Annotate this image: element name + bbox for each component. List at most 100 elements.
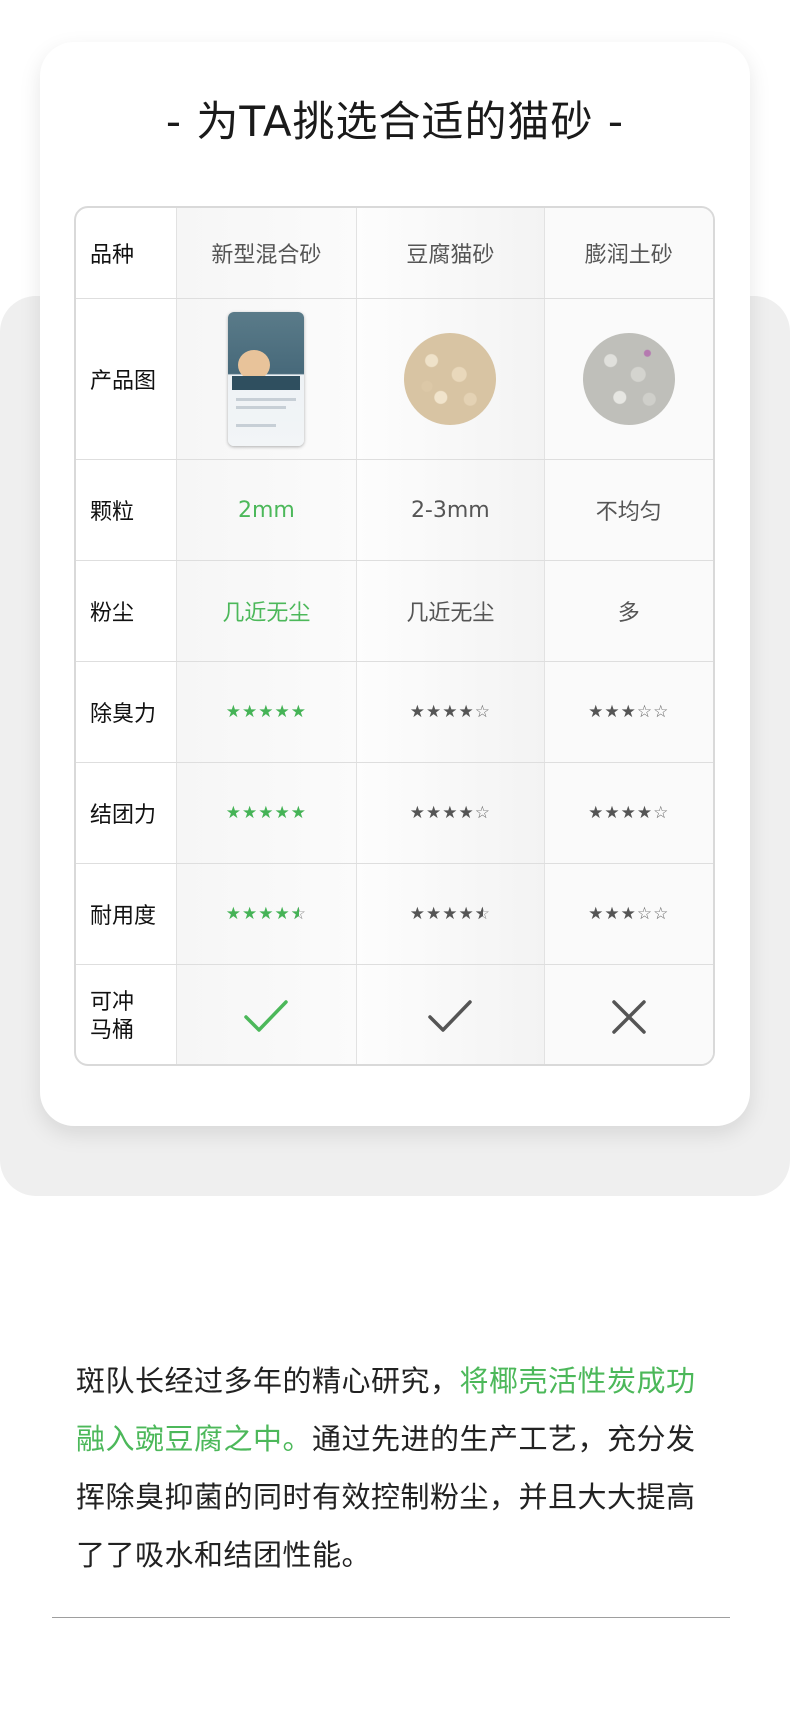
star-filled-icon: ★ (242, 702, 259, 722)
star-filled-icon: ★ (588, 702, 605, 722)
star-filled-icon: ★ (290, 702, 308, 722)
row-label-clump: 结团力 (76, 763, 177, 863)
dust-tofu: 几近无尘 (357, 561, 545, 661)
granule-mixed: 2mm (176, 460, 358, 560)
star-rating: ★★★★☆ (410, 803, 491, 823)
star-filled-icon: ★ (242, 904, 259, 924)
cross-icon (612, 999, 646, 1034)
row-label-flush: 可冲 马桶 (76, 965, 177, 1064)
row-label-flush-line2: 马桶 (90, 1017, 135, 1043)
bentonite-litter-image (582, 333, 675, 425)
description-paragraph: 斑队长经过多年的精心研究，将椰壳活性炭成功融入豌豆腐之中。通过先进的生产工艺，充… (76, 1352, 716, 1584)
row-label-flush-line1: 可冲 (90, 989, 135, 1015)
tofu-litter-image (404, 333, 497, 425)
row-label-deodor: 除臭力 (76, 662, 177, 762)
package-band (232, 376, 301, 390)
star-filled-icon: ★ (242, 803, 259, 823)
star-filled-icon: ★ (588, 803, 605, 823)
dust-bentonite: 多 (544, 561, 713, 661)
star-filled-icon: ★ (620, 904, 637, 924)
rating-clump-mixed: ★★★★★ (176, 763, 358, 863)
rating-deodor-tofu: ★★★★☆ (357, 662, 545, 762)
granule-tofu: 2-3mm (357, 460, 545, 560)
star-rating: ★★★★★ (226, 803, 307, 823)
divider (52, 1617, 730, 1618)
table-row-image: 产品图 (76, 299, 713, 460)
col-mixed: 新型混合砂 (176, 208, 358, 298)
star-empty-icon: ☆ (653, 702, 670, 722)
table-row-granule: 颗粒 2mm 2-3mm 不均匀 (76, 460, 713, 561)
star-empty-icon: ☆ (474, 702, 491, 722)
table-row-dust: 粉尘 几近无尘 几近无尘 多 (76, 561, 713, 662)
row-label-granule: 颗粒 (76, 460, 177, 560)
star-rating: ★★★★☆ (588, 803, 669, 823)
star-filled-icon: ★ (225, 803, 243, 823)
dust-mixed: 几近无尘 (176, 561, 358, 661)
star-filled-icon: ★ (225, 904, 243, 924)
header-label: 品种 (76, 208, 177, 298)
star-rating: ★★★★★ (226, 702, 307, 722)
table-row-deodor: 除臭力 ★★★★★ ★★★★☆ ★★★☆☆ (76, 662, 713, 763)
table-row-clump: 结团力 ★★★★★ ★★★★☆ ★★★★☆ (76, 763, 713, 864)
star-filled-icon: ★ (425, 803, 443, 823)
star-filled-icon: ★ (604, 803, 621, 823)
star-rating: ★★★☆☆ (588, 904, 669, 924)
star-filled-icon: ★ (604, 904, 621, 924)
table-header-row: 品种 新型混合砂 豆腐猫砂 膨润土砂 (76, 208, 713, 299)
star-filled-icon: ★ (425, 904, 443, 924)
star-filled-icon: ★ (290, 803, 308, 823)
rating-durable-bentonite: ★★★☆☆ (544, 864, 713, 964)
star-filled-icon: ★ (636, 803, 654, 823)
star-rating: ★★★★☆★ (226, 904, 307, 924)
product-image-tofu (357, 299, 545, 459)
col-tofu: 豆腐猫砂 (357, 208, 545, 298)
star-filled-icon: ★ (258, 904, 275, 924)
star-filled-icon: ★ (620, 803, 637, 823)
flush-mixed (176, 965, 358, 1064)
star-filled-icon: ★ (225, 702, 243, 722)
star-filled-icon: ★ (409, 803, 426, 823)
litter-package-image (228, 312, 305, 446)
star-empty-icon: ☆ (653, 803, 670, 823)
star-filled-icon: ★ (458, 803, 475, 823)
star-filled-icon: ★ (409, 904, 426, 924)
rating-deodor-bentonite: ★★★☆☆ (544, 662, 713, 762)
star-filled-icon: ★ (258, 702, 275, 722)
rating-durable-mixed: ★★★★☆★ (176, 864, 358, 964)
star-filled-icon: ★ (258, 803, 275, 823)
star-filled-icon: ★ (442, 702, 459, 722)
star-rating: ★★★☆☆ (588, 702, 669, 722)
star-filled-icon: ★ (274, 702, 291, 722)
star-filled-icon: ★ (458, 702, 475, 722)
star-filled-icon: ★ (620, 702, 637, 722)
star-empty-icon: ☆ (474, 803, 491, 823)
row-label-durable: 耐用度 (76, 864, 177, 964)
star-rating: ★★★★☆ (410, 702, 491, 722)
rating-clump-tofu: ★★★★☆ (357, 763, 545, 863)
check-icon (428, 999, 473, 1032)
col-bentonite: 膨润土砂 (544, 208, 713, 298)
product-image-mixed (176, 299, 358, 459)
rating-clump-bentonite: ★★★★☆ (544, 763, 713, 863)
star-half-icon: ☆★ (474, 904, 491, 924)
star-filled-icon: ★ (274, 803, 291, 823)
row-label-dust: 粉尘 (76, 561, 177, 661)
row-label-image: 产品图 (76, 299, 177, 459)
check-icon (244, 999, 289, 1032)
star-filled-icon: ★ (458, 904, 475, 924)
star-filled-icon: ★ (604, 702, 621, 722)
table-row-durable: 耐用度 ★★★★☆★ ★★★★☆★ ★★★☆☆ (76, 864, 713, 965)
product-image-bentonite (544, 299, 713, 459)
star-filled-icon: ★ (588, 904, 605, 924)
comparison-table: 品种 新型混合砂 豆腐猫砂 膨润土砂 产品图 颗粒 2mm 2-3mm 不均匀 (74, 206, 715, 1066)
star-filled-icon: ★ (409, 702, 426, 722)
star-filled-icon: ★ (442, 904, 459, 924)
star-rating: ★★★★☆★ (410, 904, 491, 924)
star-empty-icon: ☆ (636, 904, 654, 924)
rating-deodor-mixed: ★★★★★ (176, 662, 358, 762)
table-row-flush: 可冲 马桶 (76, 965, 713, 1064)
flush-bentonite (544, 965, 713, 1064)
description-part1: 斑队长经过多年的精心研究， (76, 1364, 460, 1398)
granule-bentonite: 不均匀 (544, 460, 713, 560)
star-filled-icon: ★ (274, 904, 291, 924)
